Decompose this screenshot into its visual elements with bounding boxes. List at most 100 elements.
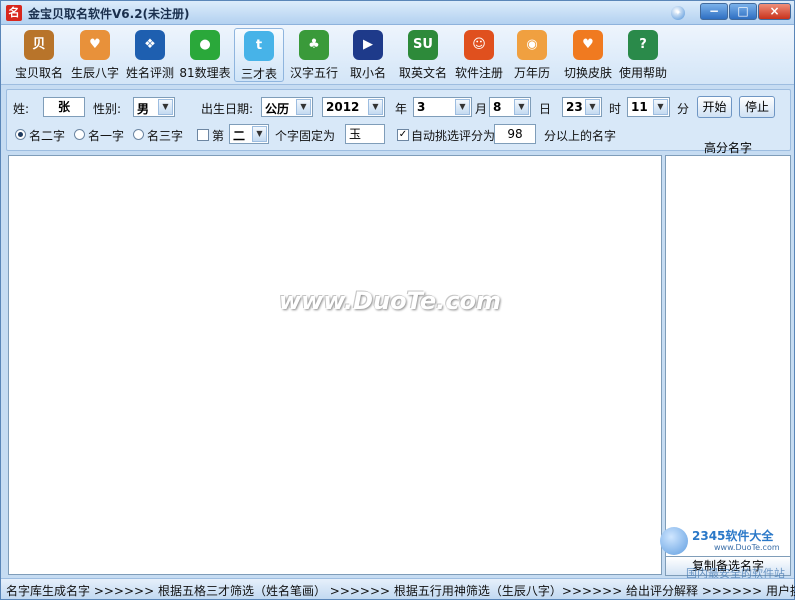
title-bar[interactable]: 名 金宝贝取名软件V6.2(未注册) ✦ − □ × [1, 1, 794, 25]
baby-naming-icon: 贝 [24, 30, 54, 60]
window-title: 金宝贝取名软件V6.2(未注册) [28, 7, 190, 21]
day-value: 8 [493, 100, 502, 114]
year-select[interactable]: 2012 ▼ [322, 97, 385, 117]
chevron-down-icon[interactable]: ▼ [653, 99, 668, 115]
chevron-down-icon[interactable]: ▼ [585, 99, 600, 115]
gender-label: 性别: [93, 102, 122, 116]
radio-three-label: 名三字 [147, 129, 184, 143]
start-button[interactable]: 开始 [697, 96, 732, 118]
skin-pin-icon[interactable]: ✦ [671, 6, 685, 20]
radio-three-chars[interactable] [133, 129, 144, 140]
tool-label: 姓名评测 [125, 66, 174, 80]
calendar-type-value: 公历 [265, 102, 290, 116]
app-window: 名 金宝贝取名软件V6.2(未注册) ✦ − □ × 贝 宝贝取名 ♥ 生辰八字… [0, 0, 795, 600]
results-area[interactable] [8, 155, 662, 575]
tool-81-table[interactable]: ● 81数理表 [178, 28, 232, 82]
help-book-icon: ? [628, 30, 658, 60]
fixed-char-label: 个字固定为 [275, 129, 336, 143]
logo-url: www.DuoTe.com [714, 543, 780, 552]
calendar-icon: ◉ [517, 30, 547, 60]
month-select[interactable]: 3 ▼ [413, 97, 472, 117]
score-suffix-label: 分以上的名字 [544, 129, 617, 143]
mascot-icon [660, 527, 688, 555]
car-icon: ▶ [353, 30, 383, 60]
skin-heart-icon: ♥ [573, 30, 603, 60]
birth-date-label: 出生日期: [201, 102, 254, 116]
fixed-char-input[interactable]: 玉 [345, 124, 385, 144]
toolbar: 贝 宝贝取名 ♥ 生辰八字 ❖ 姓名评测 ● 81数理表 t 三才表 ♣ 汉字五… [1, 25, 794, 85]
chevron-down-icon[interactable]: ▼ [514, 99, 529, 115]
minute-label: 分 [677, 102, 690, 116]
app-logo-icon: 名 [6, 5, 22, 21]
stumble-icon: SU [408, 30, 438, 60]
tool-skin[interactable]: ♥ 切换皮肤 [561, 28, 615, 82]
users-icon: ♣ [299, 30, 329, 60]
month-label: 月 [475, 102, 488, 116]
calendar-type-select[interactable]: 公历 ▼ [261, 97, 313, 117]
tool-wuxing[interactable]: ♣ 汉字五行 [287, 28, 341, 82]
tool-bazi[interactable]: ♥ 生辰八字 [68, 28, 122, 82]
day-select[interactable]: 8 ▼ [489, 97, 531, 117]
chat-bubble-icon: ● [190, 30, 220, 60]
tool-sancai[interactable]: t 三才表 [234, 28, 284, 82]
minimize-button[interactable]: − [700, 3, 728, 20]
high-score-title: 高分名字 [703, 141, 752, 155]
day-label: 日 [539, 102, 552, 116]
status-text: 名字库生成名字 >>>>>> 根据五格三才筛选（姓名笔画） >>>>>> 根据五… [6, 584, 795, 598]
chevron-down-icon[interactable]: ▼ [296, 99, 311, 115]
logo-brand: 2345软件大全 [692, 529, 774, 543]
tool-calendar[interactable]: ◉ 万年历 [510, 28, 554, 82]
tool-label: 万年历 [513, 66, 550, 80]
chevron-down-icon[interactable]: ▼ [158, 99, 173, 115]
radio-one-label: 名一字 [88, 129, 125, 143]
tool-label: 生辰八字 [70, 66, 119, 80]
tool-help[interactable]: ? 使用帮助 [617, 28, 669, 82]
radio-two-chars[interactable] [15, 129, 26, 140]
year-value: 2012 [326, 100, 360, 114]
tool-label: 三才表 [240, 67, 277, 81]
radio-one-char[interactable] [74, 129, 85, 140]
name-test-icon: ❖ [135, 30, 165, 60]
radio-two-label: 名二字 [29, 129, 66, 143]
surname-input[interactable]: 张 [43, 97, 85, 117]
tool-label: 使用帮助 [618, 66, 667, 80]
tool-label: 汉字五行 [289, 66, 338, 80]
chevron-down-icon[interactable]: ▼ [455, 99, 470, 115]
tool-label: 软件注册 [454, 66, 503, 80]
fix-char-checkbox[interactable] [197, 129, 209, 141]
chevron-down-icon[interactable]: ▼ [252, 126, 267, 142]
gender-select[interactable]: 男 ▼ [133, 97, 175, 117]
auto-select-label: 自动挑选评分为 [411, 129, 496, 143]
tool-label: 取英文名 [398, 66, 447, 80]
heart-hands-icon: ♥ [80, 30, 110, 60]
score-input[interactable]: 98 [494, 124, 536, 144]
tool-label: 81数理表 [179, 66, 231, 80]
nth-label: 第 [212, 129, 225, 143]
tool-english-name[interactable]: SU 取英文名 [396, 28, 450, 82]
close-button[interactable]: × [758, 3, 791, 20]
tool-label: 切换皮肤 [563, 66, 612, 80]
tool-label: 取小名 [349, 66, 386, 80]
bird-icon: t [244, 31, 274, 61]
auto-select-checkbox[interactable]: ✓ [397, 129, 409, 141]
tool-label: 宝贝取名 [14, 66, 63, 80]
gender-value: 男 [137, 102, 150, 116]
watermark-text: www.DuoTe.com [279, 287, 501, 315]
tool-register[interactable]: ☺ 软件注册 [452, 28, 506, 82]
tool-baby-naming[interactable]: 贝 宝贝取名 [11, 28, 67, 82]
month-value: 3 [417, 100, 426, 114]
minute-value: 11 [631, 100, 648, 114]
tool-nickname[interactable]: ▶ 取小名 [344, 28, 392, 82]
nth-select[interactable]: 二 ▼ [229, 124, 269, 144]
tool-name-test[interactable]: ❖ 姓名评测 [123, 28, 177, 82]
minute-select[interactable]: 11 ▼ [627, 97, 670, 117]
stop-button[interactable]: 停止 [739, 96, 775, 118]
robot-icon: ☺ [464, 30, 494, 60]
nth-value: 二 [233, 129, 246, 143]
chevron-down-icon[interactable]: ▼ [368, 99, 383, 115]
high-score-list[interactable] [665, 155, 791, 575]
year-label: 年 [395, 102, 408, 116]
hour-select[interactable]: 23 ▼ [562, 97, 602, 117]
hour-value: 23 [566, 100, 583, 114]
maximize-button[interactable]: □ [729, 3, 757, 20]
